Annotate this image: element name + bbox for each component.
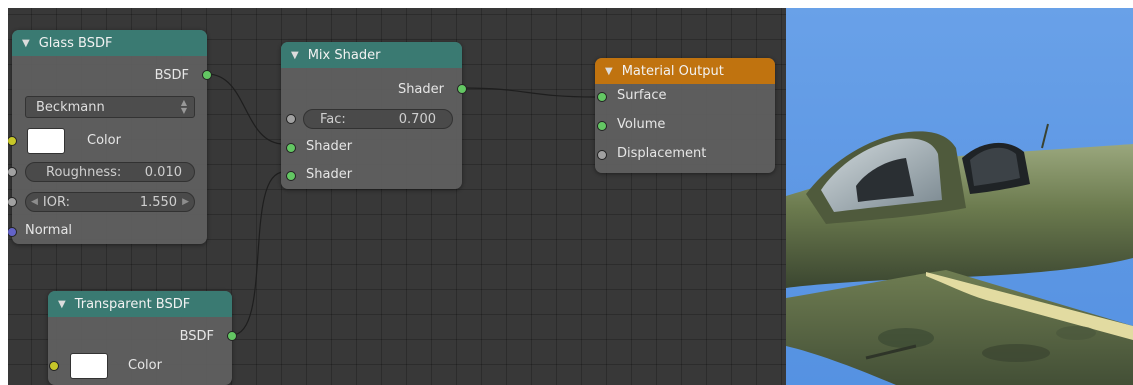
up-down-arrows-icon: ▲ ▼: [180, 98, 187, 115]
camo-patch: [878, 328, 934, 348]
roughness-value: 0.010: [144, 164, 182, 180]
collapse-triangle-icon[interactable]: ▼: [605, 66, 613, 77]
transparent-color-swatch[interactable]: [70, 353, 108, 379]
shader-input-2-socket[interactable]: [286, 171, 296, 181]
mix-shader-title: Mix Shader: [307, 47, 381, 63]
displacement-input-socket[interactable]: [597, 150, 607, 160]
glass-bsdf-node[interactable]: ▼ Glass BSDF BSDF Beckmann ▲ ▼ Color Roug…: [8, 30, 212, 244]
transparent-bsdf-output-socket[interactable]: [227, 331, 237, 341]
transparent-bsdf-header[interactable]: ▼ Transparent BSDF: [48, 291, 232, 317]
link-mix-to-output: [461, 87, 596, 98]
ior-label: IOR:: [42, 194, 71, 210]
left-arrow-icon[interactable]: ◀: [31, 197, 38, 207]
transparent-bsdf-output-row: BSDF: [48, 325, 232, 347]
camo-patch: [1056, 326, 1096, 340]
normal-input-socket[interactable]: [8, 227, 17, 237]
transparent-bsdf-node[interactable]: ▼ Transparent BSDF BSDF Color: [48, 291, 237, 385]
node-editor[interactable]: ▼ Glass BSDF BSDF Beckmann ▲ ▼ Color Roug…: [8, 8, 786, 385]
fac-value: 0.700: [398, 111, 436, 127]
antenna: [1041, 123, 1049, 149]
glass-color-label: Color: [87, 133, 121, 148]
render-preview[interactable]: [786, 8, 1133, 385]
roughness-field[interactable]: Roughness: 0.010: [25, 162, 195, 182]
material-output-node[interactable]: ▼ Material Output Surface Volume Displac…: [595, 58, 775, 173]
collapse-triangle-icon[interactable]: ▼: [291, 50, 299, 61]
transparent-bsdf-output-label: BSDF: [179, 328, 214, 344]
fac-input-socket[interactable]: [286, 114, 296, 124]
glass-bsdf-header[interactable]: ▼ Glass BSDF: [12, 30, 207, 56]
color-input-socket[interactable]: [8, 136, 17, 146]
transparent-bsdf-title: Transparent BSDF: [74, 296, 191, 312]
shader-input-1-label: Shader: [306, 139, 353, 154]
transparent-color-input-socket[interactable]: [49, 361, 59, 371]
aircraft-render-image: [786, 123, 1133, 385]
ior-value: 1.550: [139, 194, 178, 210]
mix-shader-node[interactable]: ▼ Mix Shader Shader Fac: 0.700 Shader Sh…: [281, 42, 467, 189]
mix-shader-output-socket[interactable]: [457, 84, 467, 94]
mix-shader-header[interactable]: ▼ Mix Shader: [281, 42, 462, 68]
link-glass-to-mix: [206, 73, 285, 145]
collapse-triangle-icon[interactable]: ▼: [58, 299, 66, 310]
mix-shader-output-label: Shader: [397, 81, 444, 97]
camo-patch: [982, 344, 1050, 362]
ior-input-socket[interactable]: [8, 197, 17, 207]
collapse-triangle-icon[interactable]: ▼: [22, 38, 30, 49]
surface-input-socket[interactable]: [597, 92, 607, 102]
normal-label: Normal: [25, 223, 73, 238]
transparent-color-label: Color: [128, 358, 162, 373]
right-arrow-icon[interactable]: ▶: [182, 197, 189, 207]
surface-label: Surface: [617, 88, 667, 103]
roughness-label: Roughness:: [46, 164, 122, 180]
glass-bsdf-title: Glass BSDF: [38, 35, 113, 51]
displacement-label: Displacement: [617, 146, 707, 161]
roughness-input-socket[interactable]: [8, 167, 17, 177]
shader-input-1-socket[interactable]: [286, 143, 296, 153]
shader-input-2-label: Shader: [306, 167, 353, 182]
volume-input-socket[interactable]: [597, 121, 607, 131]
glass-color-swatch[interactable]: [27, 128, 65, 154]
link-transparent-to-mix: [231, 171, 285, 336]
distribution-dropdown[interactable]: Beckmann ▲ ▼: [25, 96, 195, 118]
glass-bsdf-output-label: BSDF: [154, 67, 189, 83]
glass-bsdf-output-socket[interactable]: [202, 70, 212, 80]
fac-label: Fac:: [320, 111, 346, 127]
material-output-header[interactable]: ▼ Material Output: [595, 58, 775, 84]
mix-shader-output-row: Shader: [281, 78, 462, 100]
material-output-title: Material Output: [621, 63, 724, 79]
distribution-value: Beckmann: [36, 99, 105, 115]
fac-field[interactable]: Fac: 0.700: [303, 109, 453, 129]
glass-bsdf-output-row: BSDF: [12, 64, 207, 86]
volume-label: Volume: [617, 117, 666, 132]
ior-field[interactable]: ◀ IOR: 1.550 ▶: [25, 192, 195, 212]
